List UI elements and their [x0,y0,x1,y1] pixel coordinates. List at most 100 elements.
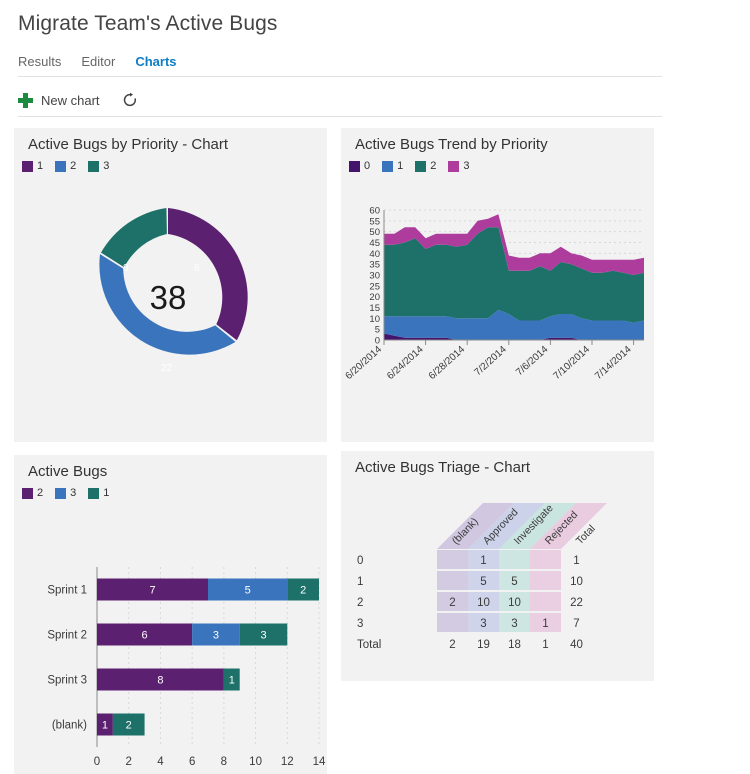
refresh-icon[interactable] [122,92,138,108]
trend-y-tick: 60 [369,206,380,217]
legend-swatch-0 [349,160,360,172]
trend-y-tick: 40 [369,249,380,260]
legend-item: 3 [88,160,109,172]
pivot-cell[interactable] [530,592,561,611]
legend-label: 1 [103,487,110,499]
pivot-cell[interactable] [499,550,530,569]
pivot-row-total: 22 [570,597,583,609]
trend-x-tick-label: 6/20/2014 [344,344,385,382]
bar-segment-value: 1 [102,720,108,732]
bar-x-tick-label: 0 [94,756,100,768]
legend-label: 1 [397,160,404,172]
chart-panel-active-bugs[interactable]: Active Bugs 2 3 1 Sprint 1 7 5 2 Sprint 2 6 3 3… [14,455,327,774]
pivot-cell-value: 5 [480,576,486,588]
panel-title: Active Bugs Trend by Priority [355,136,548,153]
pivot-cell-value: 10 [477,597,490,609]
trend-y-tick: 35 [369,260,380,271]
bar-segment-value: 2 [126,720,132,732]
triage-pivot-table[interactable]: (blank) Approved Investigate Rejected Total 0… [341,481,654,681]
tab-results[interactable]: Results [18,52,61,71]
trend-y-tick: 15 [369,303,380,314]
pivot-row-total: 1 [573,555,579,567]
trend-y-tick: 10 [369,314,380,325]
chart-panel-active-bugs-by-priority[interactable]: Active Bugs by Priority - Chart 1 2 3 8 … [14,128,327,442]
legend-label: 3 [103,160,110,172]
bar-segment-value: 8 [157,675,163,687]
new-chart-button[interactable]: New chart [18,92,100,108]
pivot-row-total: 10 [570,576,583,588]
chart-panel-active-bugs-triage[interactable]: Active Bugs Triage - Chart (blank) Approv… [341,451,654,681]
trend-y-tick: 25 [369,281,380,292]
bar-x-tick-label: 10 [249,756,262,768]
pivot-cell-value: 3 [480,618,486,630]
legend-item: 0 [349,160,370,172]
bar-segment-value: 2 [300,585,306,597]
legend-label: 1 [37,160,44,172]
plus-icon [18,92,33,108]
pivot-cell[interactable] [437,571,468,590]
trend-y-tick: 45 [369,238,380,249]
horizontal-bar-chart[interactable]: Sprint 1 7 5 2 Sprint 2 6 3 3 Sprint 3 8 1 (blank) 1… [14,507,327,774]
page-title: Migrate Team's Active Bugs [18,12,278,35]
bar-category-label: Sprint 3 [47,675,87,687]
pivot-cell[interactable] [437,550,468,569]
pivot-cell[interactable] [437,613,468,632]
bar-x-tick-label: 6 [189,756,195,768]
toolbar-divider [18,116,662,117]
legend-swatch-2 [22,487,33,499]
legend-swatch-2 [415,160,427,172]
trend-x-tick-label: 7/14/2014 [593,344,634,382]
pivot-row-label: 1 [357,576,363,588]
trend-area-chart[interactable]: 0 5 10 15 20 25 30 35 40 45 50 55 60 6/20/2014 6/24/20… [341,192,654,447]
pivot-grand-total: 40 [570,639,583,651]
pivot-total-cell: 19 [477,639,490,651]
legend-swatch-2 [55,160,67,172]
chart-panel-active-bugs-trend[interactable]: Active Bugs Trend by Priority 0 1 2 3 0 5… [341,128,654,442]
bar-x-tick-label: 2 [126,756,132,768]
legend-swatch-3 [88,160,100,172]
panel-title: Active Bugs [28,463,108,480]
bar-segment-value: 3 [260,630,266,642]
donut-center-total: 38 [149,279,187,316]
pivot-row-label: 3 [357,618,363,630]
pivot-row-label: 0 [357,555,363,567]
trend-y-tick: 5 [375,325,380,336]
trend-x-tick-label: 6/24/2014 [385,344,426,382]
pivot-row-total: 7 [573,618,579,630]
legend-label: 2 [70,160,77,172]
pivot-total-row-label: Total [357,639,381,651]
trend-legend: 0 1 2 3 [349,160,478,172]
legend-label: 3 [70,487,77,499]
trend-x-tick-label: 7/10/2014 [552,344,593,382]
legend-item: 1 [382,160,403,172]
pivot-cell-value: 10 [508,597,521,609]
bar-x-tick-label: 8 [221,756,227,768]
legend-label: 2 [430,160,437,172]
trend-y-tick: 30 [369,271,380,282]
legend-swatch-3 [448,160,460,172]
bar-category-label: Sprint 1 [47,585,87,597]
legend-item: 1 [22,160,43,172]
pivot-cell[interactable] [530,571,561,590]
pivot-total-cell: 18 [508,639,521,651]
legend-swatch-1 [88,487,100,499]
legend-label: 2 [37,487,44,499]
pivot-cell[interactable] [530,550,561,569]
legend-item: 2 [415,160,436,172]
legend-label: 0 [364,160,371,172]
legend-label: 3 [463,160,470,172]
tab-editor[interactable]: Editor [81,52,115,71]
bar-segment-value: 3 [213,630,219,642]
donut-legend: 1 2 3 [22,160,117,172]
tab-charts[interactable]: Charts [135,52,176,71]
trend-x-tick-label: 7/6/2014 [514,344,551,379]
bars-legend: 2 3 1 [22,487,117,499]
header-divider [18,76,662,77]
toolbar: New chart [18,86,138,114]
trend-x-tick-label: 7/2/2014 [473,344,510,379]
pivot-cell-value: 2 [449,597,455,609]
legend-item: 1 [88,487,109,499]
legend-swatch-1 [22,160,33,172]
donut-chart[interactable]: 8 22 8 38 [68,198,268,398]
bar-category-label: Sprint 2 [47,630,87,642]
